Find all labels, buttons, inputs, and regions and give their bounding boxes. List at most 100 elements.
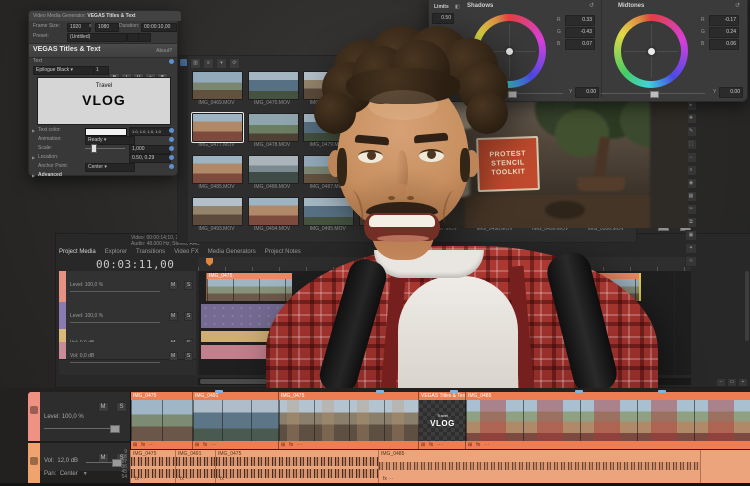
event-buttons[interactable]: ⊞ fx ⋯ — [419, 441, 466, 449]
media-thumbnail[interactable]: IMG_0488.MOV — [358, 155, 410, 191]
event-fx-icon[interactable]: fx — [289, 441, 293, 449]
track-level-slider[interactable] — [70, 322, 160, 323]
shadows-g-value[interactable]: -0.43 — [565, 27, 595, 38]
event-buttons[interactable]: ⊞ fx ⋯ — [466, 441, 750, 449]
media-thumbnail-image[interactable] — [192, 155, 243, 184]
audio-event[interactable]: IMG_0491 fx ⋯ — [175, 450, 216, 483]
media-thumbnail[interactable]: IMG_0495.MOV — [303, 197, 355, 233]
event-fx-icon[interactable]: fx ⋯ — [135, 476, 145, 482]
media-thumbnail-image[interactable] — [358, 155, 410, 184]
level-slider-thumb[interactable] — [110, 425, 120, 433]
midtones-r-value[interactable]: -0.17 — [709, 15, 739, 26]
text-color-value[interactable]: 1.0, 1.0, 1.0, 1.0 — [129, 127, 171, 136]
animate-icon[interactable] — [169, 59, 174, 64]
animate-icon[interactable] — [169, 128, 174, 133]
video-track-color-strip[interactable] — [28, 392, 40, 441]
font-size-input[interactable]: 1 — [93, 66, 109, 75]
timecode-display[interactable]: 00:03:11,00 — [96, 258, 174, 271]
event-more-icon[interactable]: ⋯ — [149, 441, 154, 449]
limits-value[interactable]: 0.50 — [432, 13, 454, 24]
midtones-luma-thumb[interactable] — [650, 91, 659, 98]
anchor-dropdown[interactable]: Center ▾ — [85, 163, 135, 172]
media-thumbnail-image[interactable] — [192, 71, 243, 100]
dock-tab[interactable]: Project Notes — [265, 248, 301, 256]
track-header[interactable]: M S Level: 100,0 % — [59, 302, 196, 330]
zoom-slider-icon[interactable]: ▭ — [727, 378, 737, 387]
track-level-slider[interactable] — [70, 362, 160, 363]
event-more-icon[interactable]: ⋯ — [211, 441, 216, 449]
level-slider[interactable] — [44, 425, 120, 433]
midtones-y-value[interactable]: 0.00 — [719, 87, 743, 98]
animate-icon[interactable] — [169, 146, 174, 151]
crop-icon[interactable]: ⊞ — [421, 441, 425, 449]
audio-track-color-strip[interactable] — [28, 443, 40, 486]
crop-icon[interactable]: ⊞ — [133, 441, 137, 449]
frame-height-input[interactable]: 1080 — [95, 23, 119, 32]
dock-tab[interactable]: Project Media — [59, 248, 96, 256]
midtones-wheel-dot[interactable] — [647, 47, 655, 55]
media-thumbnail-image[interactable] — [247, 113, 299, 142]
video-event[interactable]: IMG_0485 — [374, 273, 641, 301]
event-more-icon[interactable]: ⋯ — [437, 441, 442, 449]
expander-icon[interactable]: ▶ — [32, 128, 35, 133]
shadows-luma-slider[interactable] — [459, 91, 563, 98]
mute-button[interactable]: M — [168, 281, 178, 290]
toolbar-icon[interactable]: ⟐ — [685, 256, 697, 267]
event-fx-icon[interactable]: fx ⋯ — [220, 476, 230, 482]
overlay-event-thumbnail[interactable] — [429, 305, 459, 329]
mute-button[interactable]: M — [97, 402, 109, 412]
limits-slider-thumb[interactable] — [436, 37, 444, 41]
video-event[interactable]: IMG_0475 ⊞ fx ⋯ — [278, 392, 419, 449]
solo-button[interactable]: S — [116, 402, 127, 412]
overlay-video-event[interactable] — [201, 304, 459, 328]
media-thumbnail-image[interactable] — [192, 197, 243, 226]
shadows-b-value[interactable]: 0.07 — [565, 39, 595, 50]
preset-delete-icon[interactable] — [138, 33, 151, 42]
generator-titlebar[interactable]: Video Media Generator: VEGAS Titles & Te… — [29, 11, 181, 21]
zoom-in-icon[interactable]: + — [738, 378, 748, 387]
video-event[interactable]: VEGAS Titles & Tex Travel VLOG ⊞ fx ⋯ — [418, 392, 466, 449]
animate-icon[interactable] — [169, 137, 174, 142]
video-event[interactable]: IMG_0475 — [206, 273, 292, 301]
media-thumbnail[interactable]: IMG_0469.MOV — [192, 71, 243, 107]
crop-icon[interactable]: ⊞ — [468, 441, 472, 449]
music-audio-event[interactable] — [201, 345, 614, 359]
shadows-color-wheel[interactable] — [472, 14, 546, 88]
media-tool-icon[interactable]: ▾ — [216, 58, 227, 69]
preset-dropdown[interactable]: (Untitled) — [67, 33, 127, 42]
scale-slider-thumb[interactable] — [91, 144, 97, 153]
media-thumbnail[interactable]: IMG_0479.MOV — [303, 113, 355, 149]
event-fx-icon[interactable]: fx ⋯ — [383, 476, 393, 482]
media-thumbnail-image[interactable] — [358, 113, 410, 142]
media-thumbnail[interactable]: IMG_0470.MOV — [247, 71, 299, 107]
media-thumbnail[interactable]: IMG_0485.MOV — [192, 155, 243, 191]
title-preview[interactable]: Travel VLOG — [37, 77, 171, 125]
crop-icon[interactable]: ⊞ — [281, 441, 285, 449]
toolbar-icon[interactable]: ✦ — [685, 243, 697, 254]
location-value[interactable]: 0.50, 0.29 — [129, 154, 171, 163]
text-color-swatch[interactable] — [85, 128, 127, 136]
audio-track-header[interactable]: M S Vol: 12,0 dB Pan: Center ▼ — [28, 443, 130, 486]
media-thumbnail[interactable]: IMG_0493.MOV — [192, 197, 243, 233]
media-thumbnail[interactable]: IMG_0487.MOV — [303, 155, 355, 191]
about-link[interactable]: About? — [156, 48, 172, 54]
media-import-icon[interactable] — [179, 59, 187, 66]
event-more-icon[interactable]: ⋯ — [484, 441, 489, 449]
media-thumbnail-image[interactable] — [191, 112, 244, 143]
event-fx-icon[interactable]: fx — [476, 441, 480, 449]
video-track-header[interactable]: M S Level: 100,0 % — [28, 392, 130, 443]
expander-icon[interactable]: ▶ — [32, 173, 35, 178]
playhead[interactable] — [566, 257, 567, 377]
shadows-reset-icon[interactable]: ↺ — [589, 2, 594, 9]
media-thumbnail-image[interactable] — [303, 197, 355, 226]
limits-toggle-icon[interactable]: ◧ — [455, 4, 460, 10]
audio-event[interactable] — [700, 450, 750, 483]
animate-icon[interactable] — [169, 155, 174, 160]
media-thumbnail[interactable]: IMG_0477.MOV — [191, 112, 244, 149]
event-more-icon[interactable]: ⋯ — [297, 441, 302, 449]
mute-button[interactable]: M — [168, 312, 178, 321]
shadows-r-value[interactable]: 0.33 — [565, 15, 595, 26]
media-thumbnail-image[interactable] — [358, 71, 410, 100]
toolbar-icon[interactable]: ▣ — [685, 230, 697, 241]
track-color-strip[interactable] — [59, 342, 66, 359]
